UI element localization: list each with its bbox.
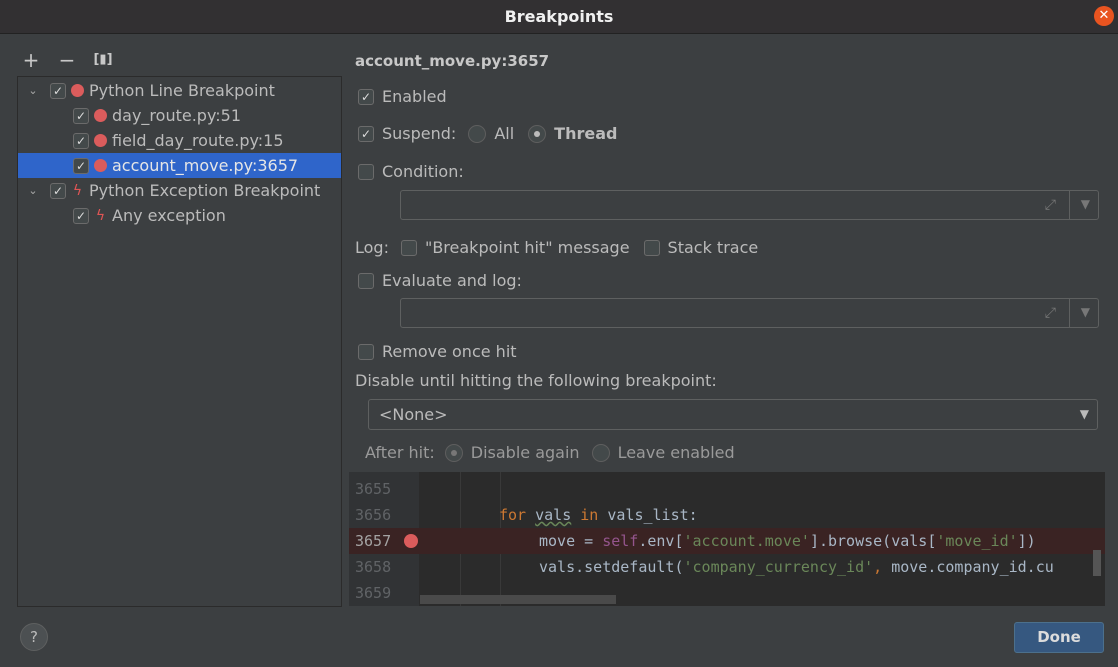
checkbox[interactable]: ✓ <box>50 182 66 199</box>
dropdown-arrow-icon[interactable]: ▼ <box>1081 305 1090 319</box>
remove-once-hit-label: Remove once hit <box>382 342 517 361</box>
disable-again-radio[interactable] <box>444 443 463 462</box>
log-row: Log: "Breakpoint hit" message Stack trac… <box>355 238 758 257</box>
tree-item-label: Python Exception Breakpoint <box>89 181 321 200</box>
dropdown-arrow-icon[interactable]: ▼ <box>1081 197 1090 211</box>
suspend-thread-radio[interactable] <box>528 124 547 143</box>
enabled-label: Enabled <box>382 87 447 106</box>
suspend-checkbox[interactable]: ✓ <box>358 125 374 142</box>
stack-trace-checkbox[interactable] <box>643 239 660 256</box>
code-line: 3656 for vals in vals_list: <box>349 502 1105 528</box>
breakpoint-dot-icon[interactable] <box>404 534 418 548</box>
suspend-row: ✓ Suspend: All Thread <box>358 124 617 143</box>
add-breakpoint-button[interactable]: + <box>20 49 42 71</box>
code-preview: 3655 3656 for vals in vals_list: 3657 mo… <box>349 472 1105 606</box>
breakpoint-tree: ⌄ ✓ Python Line Breakpoint ✓ day_route.p… <box>17 76 342 607</box>
vertical-scrollbar[interactable] <box>1093 550 1101 576</box>
code-text: for vals in vals_list: <box>499 506 698 524</box>
tree-item-label: Python Line Breakpoint <box>89 81 275 100</box>
disable-until-value: <None> <box>379 405 448 424</box>
chevron-down-icon[interactable]: ▼ <box>1080 407 1089 421</box>
disable-until-label: Disable until hitting the following brea… <box>355 371 717 390</box>
condition-row: Condition: <box>358 162 464 181</box>
tree-item-label: account_move.py:3657 <box>112 156 299 175</box>
breakpoint-dot-icon <box>94 109 107 122</box>
tree-item-label: Any exception <box>112 206 226 225</box>
tree-item-any-exception[interactable]: ✓ ϟ Any exception <box>18 203 341 228</box>
evaluate-input[interactable]: ⤢ ▼ <box>400 298 1099 328</box>
checkbox[interactable]: ✓ <box>73 207 89 224</box>
line-number: 3659 <box>355 584 392 602</box>
code-line: 3655 <box>349 476 1105 502</box>
line-number: 3658 <box>355 558 392 576</box>
checkbox[interactable]: ✓ <box>73 132 89 149</box>
chevron-down-icon[interactable]: ⌄ <box>26 184 40 197</box>
disable-until-select[interactable]: <None> ▼ <box>368 399 1098 430</box>
checkbox[interactable]: ✓ <box>73 157 89 174</box>
remove-breakpoint-button[interactable]: − <box>56 49 78 71</box>
lightning-icon: ϟ <box>95 207 106 224</box>
checkbox[interactable]: ✓ <box>73 107 89 124</box>
breakpoint-dot-icon <box>94 134 107 147</box>
tree-item-day-route[interactable]: ✓ day_route.py:51 <box>18 103 341 128</box>
tree-item-python-line-breakpoint[interactable]: ⌄ ✓ Python Line Breakpoint <box>18 78 341 103</box>
code-line-breakpoint: 3657 move = self.env['account.move'].bro… <box>349 528 1105 554</box>
log-label: Log: <box>355 238 389 257</box>
after-hit-row: After hit: Disable again Leave enabled <box>365 443 735 462</box>
breakpoint-dot-icon <box>94 159 107 172</box>
expand-icon[interactable]: ⤢ <box>1045 305 1056 321</box>
stack-trace-label: Stack trace <box>667 238 759 257</box>
code-text: move = self.env['account.move'].browse(v… <box>539 532 1036 550</box>
suspend-thread-label: Thread <box>554 124 618 143</box>
breakpoint-title: account_move.py:3657 <box>355 52 550 70</box>
disable-until-row: Disable until hitting the following brea… <box>355 371 717 390</box>
evaluate-label: Evaluate and log: <box>382 271 522 290</box>
checkbox[interactable]: ✓ <box>50 82 66 99</box>
condition-checkbox[interactable] <box>358 163 374 180</box>
lightning-icon: ϟ <box>72 182 83 199</box>
chevron-down-icon[interactable]: ⌄ <box>26 84 40 97</box>
title-bar: Breakpoints ✕ <box>0 0 1118 34</box>
log-message-checkbox[interactable] <box>400 239 417 256</box>
tree-item-python-exception-breakpoint[interactable]: ⌄ ✓ ϟ Python Exception Breakpoint <box>18 178 341 203</box>
window-title: Breakpoints <box>504 7 614 26</box>
evaluate-row: Evaluate and log: <box>358 271 522 290</box>
breakpoints-toolbar: + − [▮] <box>20 48 114 72</box>
line-number: 3656 <box>355 506 392 524</box>
leave-enabled-radio[interactable] <box>591 443 610 462</box>
horizontal-scrollbar[interactable] <box>420 595 616 604</box>
remove-once-hit-row: Remove once hit <box>358 342 517 361</box>
help-button[interactable]: ? <box>20 623 48 651</box>
disable-again-label: Disable again <box>470 443 580 462</box>
suspend-all-radio[interactable] <box>468 124 487 143</box>
code-line: 3658 vals.setdefault('company_currency_i… <box>349 554 1105 580</box>
breakpoint-dot-icon <box>71 84 84 97</box>
evaluate-checkbox[interactable] <box>358 272 374 289</box>
tree-item-label: day_route.py:51 <box>112 106 241 125</box>
line-number: 3657 <box>355 532 392 550</box>
tree-item-label: field_day_route.py:15 <box>112 131 284 150</box>
suspend-all-label: All <box>494 124 515 143</box>
close-icon[interactable]: ✕ <box>1094 6 1114 26</box>
line-number: 3655 <box>355 480 392 498</box>
code-text: vals.setdefault('company_currency_id', m… <box>539 558 1054 576</box>
group-by-file-icon[interactable]: [▮] <box>92 49 114 71</box>
condition-label: Condition: <box>382 162 464 181</box>
leave-enabled-label: Leave enabled <box>617 443 735 462</box>
after-hit-label: After hit: <box>365 443 435 462</box>
condition-input[interactable]: ⤢ ▼ <box>400 190 1099 220</box>
tree-item-field-day-route[interactable]: ✓ field_day_route.py:15 <box>18 128 341 153</box>
enabled-row: ✓ Enabled <box>358 87 447 106</box>
tree-item-account-move[interactable]: ✓ account_move.py:3657 <box>18 153 341 178</box>
done-button[interactable]: Done <box>1014 622 1104 653</box>
enabled-checkbox[interactable]: ✓ <box>358 88 374 105</box>
remove-once-hit-checkbox[interactable] <box>358 343 374 360</box>
suspend-label: Suspend: <box>382 124 457 143</box>
log-message-label: "Breakpoint hit" message <box>424 238 630 257</box>
expand-icon[interactable]: ⤢ <box>1045 197 1056 213</box>
